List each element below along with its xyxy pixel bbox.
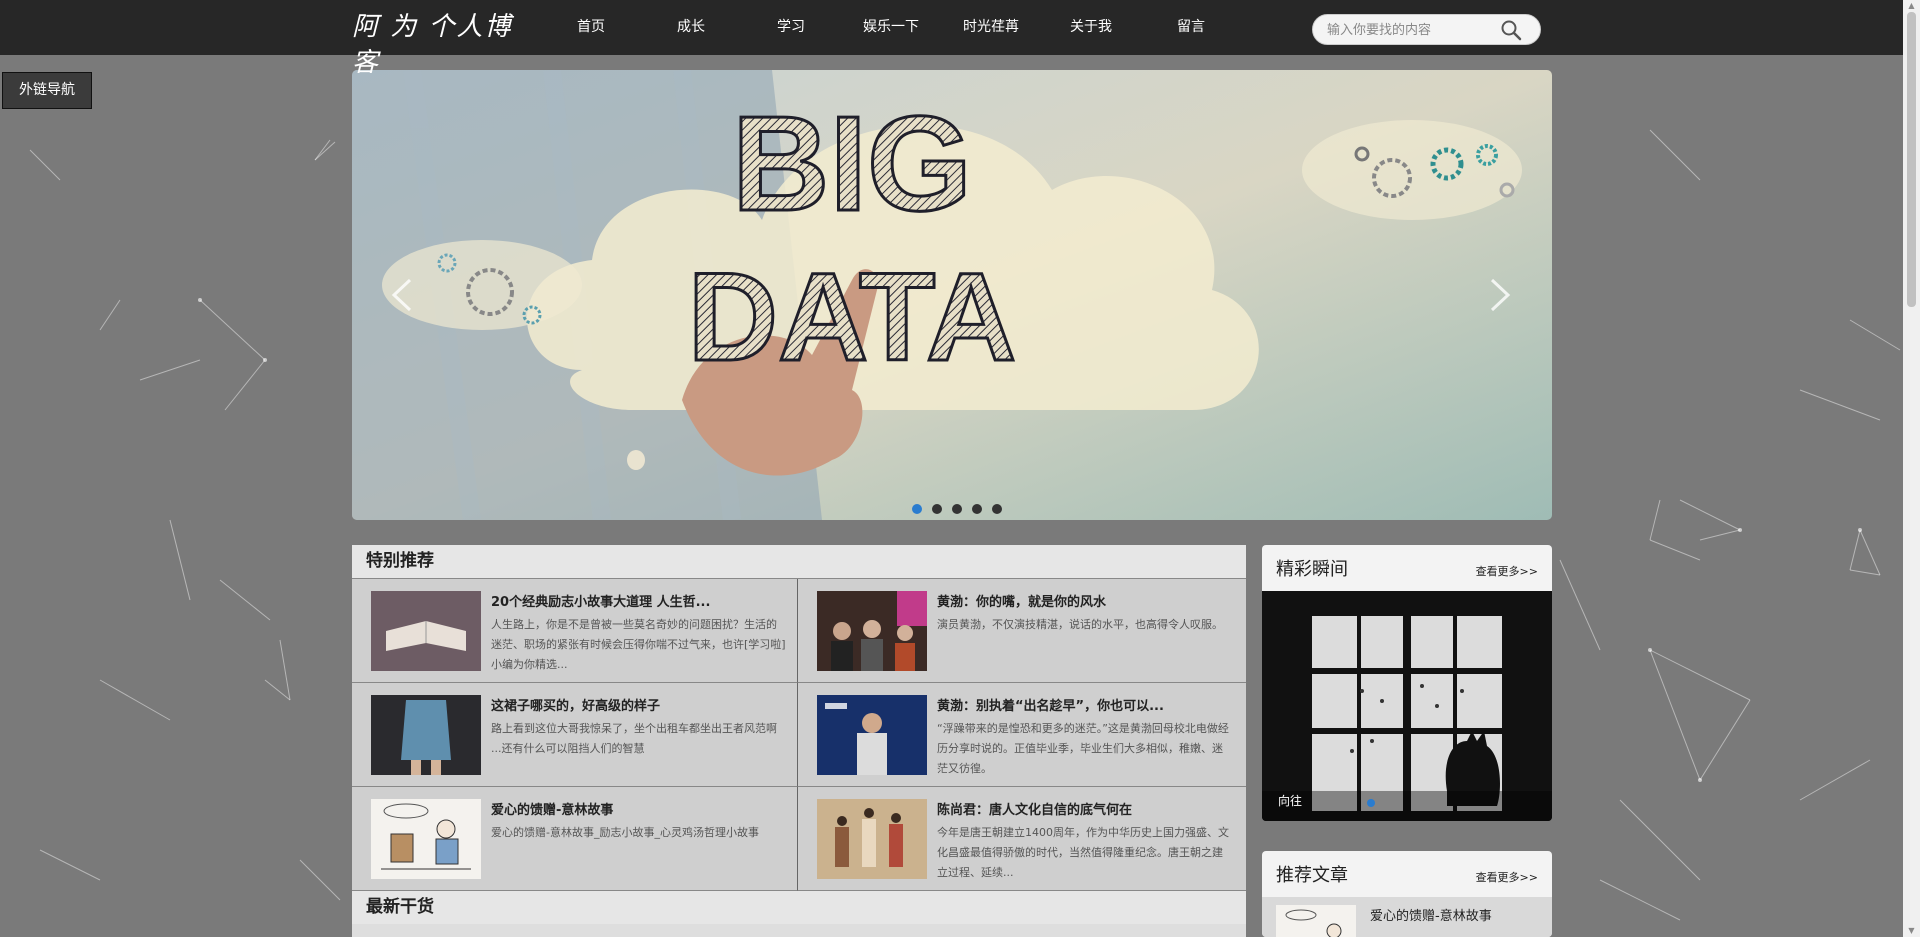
moments-header: 精彩瞬间 查看更多>> — [1262, 545, 1552, 591]
article-thumbnail[interactable] — [371, 799, 481, 879]
banner-image: BIG DATA — [352, 70, 1552, 520]
article-summary: 今年是唐王朝建立1400周年，作为中华历史上国力强盛、文化昌盛最值得骄傲的时代，… — [937, 826, 1229, 879]
top-navigation-bar: 阿 为 个人博客 首页 成长 学习 娱乐一下 时光荏苒 关于我 留言 — [0, 0, 1920, 78]
article-title[interactable]: 黄渤：别执着“出名趁早”，你也可以... — [937, 695, 1227, 714]
external-links-nav-button[interactable]: 外链导航 — [2, 72, 92, 109]
article-title[interactable]: 爱心的馈赠-意林故事 — [491, 799, 781, 818]
main-nav: 首页 成长 学习 娱乐一下 时光荏苒 关于我 留言 — [541, 0, 1241, 55]
recommend-panel: 推荐文章 查看更多>> 爱心的馈赠-意林故事 — [1262, 851, 1552, 937]
nav-item-time[interactable]: 时光荏苒 — [941, 0, 1041, 55]
featured-card[interactable]: 20个经典励志小故事大道理 人生哲... 人生路上，你是不是曾被一些莫名奇妙的问… — [352, 579, 798, 683]
article-summary: 演员黄渤，不仅演技精湛，说话的水平，也高得令人叹服。 — [937, 618, 1223, 631]
featured-card[interactable]: 陈尚君：唐人文化自信的底气何在 今年是唐王朝建立1400周年，作为中华历史上国力… — [798, 787, 1246, 891]
featured-card[interactable]: 爱心的馈赠-意林故事 爱心的馈赠-意林故事_励志小故事_心灵鸡汤哲理小故事 — [352, 787, 798, 891]
banner-next-arrow-icon[interactable] — [1480, 270, 1520, 320]
nav-item-study[interactable]: 学习 — [741, 0, 841, 55]
article-thumbnail[interactable] — [817, 695, 927, 775]
scrollbar-thumb[interactable] — [1907, 12, 1916, 307]
nav-item-home[interactable]: 首页 — [541, 0, 641, 55]
featured-grid: 20个经典励志小故事大道理 人生哲... 人生路上，你是不是曾被一些莫名奇妙的问… — [352, 578, 1246, 891]
nav-item-about[interactable]: 关于我 — [1041, 0, 1141, 55]
recommend-item[interactable]: 爱心的馈赠-意林故事 — [1262, 897, 1552, 937]
recommend-item-title[interactable]: 爱心的馈赠-意林故事 — [1370, 905, 1492, 924]
banner-prev-arrow-icon[interactable] — [382, 270, 422, 320]
article-title[interactable]: 20个经典励志小故事大道理 人生哲... — [491, 591, 781, 610]
nav-item-entertainment[interactable]: 娱乐一下 — [841, 0, 941, 55]
nav-item-message[interactable]: 留言 — [1141, 0, 1241, 55]
site-logo[interactable]: 阿 为 个人博客 — [352, 9, 522, 78]
article-title[interactable]: 这裙子哪买的，好高级的样子 — [491, 695, 781, 714]
article-thumbnail[interactable] — [371, 591, 481, 671]
search-box — [1312, 14, 1541, 45]
recommend-title: 推荐文章 — [1276, 865, 1348, 886]
featured-section-title: 特别推荐 — [352, 545, 1246, 578]
moments-panel: 精彩瞬间 查看更多>> 向往 — [1262, 545, 1552, 821]
banner-dot-1[interactable] — [912, 504, 922, 514]
article-thumbnail[interactable] — [817, 799, 927, 879]
article-thumbnail[interactable] — [817, 591, 927, 671]
article-title[interactable]: 陈尚君：唐人文化自信的底气何在 — [937, 799, 1227, 818]
page-scrollbar[interactable]: ▲ ▼ — [1903, 0, 1920, 937]
banner-pagination — [912, 504, 1002, 514]
moments-caption: 向往 — [1278, 794, 1303, 808]
banner-dot-5[interactable] — [992, 504, 1002, 514]
moments-slide[interactable]: 向往 — [1262, 591, 1552, 821]
featured-card[interactable]: 黄渤：你的嘴，就是你的风水 演员黄渤，不仅演技精湛，说话的水平，也高得令人叹服。 — [798, 579, 1246, 683]
article-summary: 路上看到这位大哥我惊呆了，坐个出租车都坐出王者风范啊 ...还有什么可以阻挡人们… — [491, 722, 777, 755]
latest-section-title: 最新干货 — [352, 891, 1246, 924]
banner-dot-4[interactable] — [972, 504, 982, 514]
article-title[interactable]: 黄渤：你的嘴，就是你的风水 — [937, 591, 1227, 610]
banner-dot-3[interactable] — [952, 504, 962, 514]
search-input[interactable] — [1327, 21, 1497, 39]
recommend-header: 推荐文章 查看更多>> — [1262, 851, 1552, 897]
featured-card[interactable]: 这裙子哪买的，好高级的样子 路上看到这位大哥我惊呆了，坐个出租车都坐出王者风范啊… — [352, 683, 798, 787]
featured-card[interactable]: 黄渤：别执着“出名趁早”，你也可以... “浮躁带来的是惶恐和更多的迷茫。”这是… — [798, 683, 1246, 787]
article-summary: “浮躁带来的是惶恐和更多的迷茫。”这是黄渤回母校北电做经历分享时说的。正值毕业季… — [937, 722, 1229, 775]
moments-dot-1[interactable] — [1367, 799, 1375, 807]
main-content: 特别推荐 20个经典励志小故事大道理 人生哲... 人生路上，你是不是曾被一些莫… — [352, 545, 1246, 937]
moments-image — [1262, 591, 1552, 821]
article-thumbnail[interactable] — [371, 695, 481, 775]
article-summary: 爱心的馈赠-意林故事_励志小故事_心灵鸡汤哲理小故事 — [491, 826, 759, 839]
recommend-more-link[interactable]: 查看更多>> — [1476, 869, 1538, 885]
article-summary: 人生路上，你是不是曾被一些莫名奇妙的问题困扰？生活的迷茫、职场的紧张有时候会压得… — [491, 618, 786, 671]
hero-banner: BIG DATA — [352, 70, 1552, 520]
banner-headline-data: DATA — [688, 248, 1017, 387]
banner-dot-2[interactable] — [932, 504, 942, 514]
banner-headline-big: BIG — [732, 88, 972, 239]
moments-title: 精彩瞬间 — [1276, 559, 1348, 580]
recommend-thumbnail[interactable] — [1276, 905, 1356, 937]
search-icon[interactable] — [1499, 18, 1523, 42]
moments-more-link[interactable]: 查看更多>> — [1476, 563, 1538, 579]
scroll-down-arrow-icon[interactable]: ▼ — [1907, 926, 1916, 935]
nav-item-growth[interactable]: 成长 — [641, 0, 741, 55]
scroll-up-arrow-icon[interactable]: ▲ — [1907, 1, 1916, 10]
